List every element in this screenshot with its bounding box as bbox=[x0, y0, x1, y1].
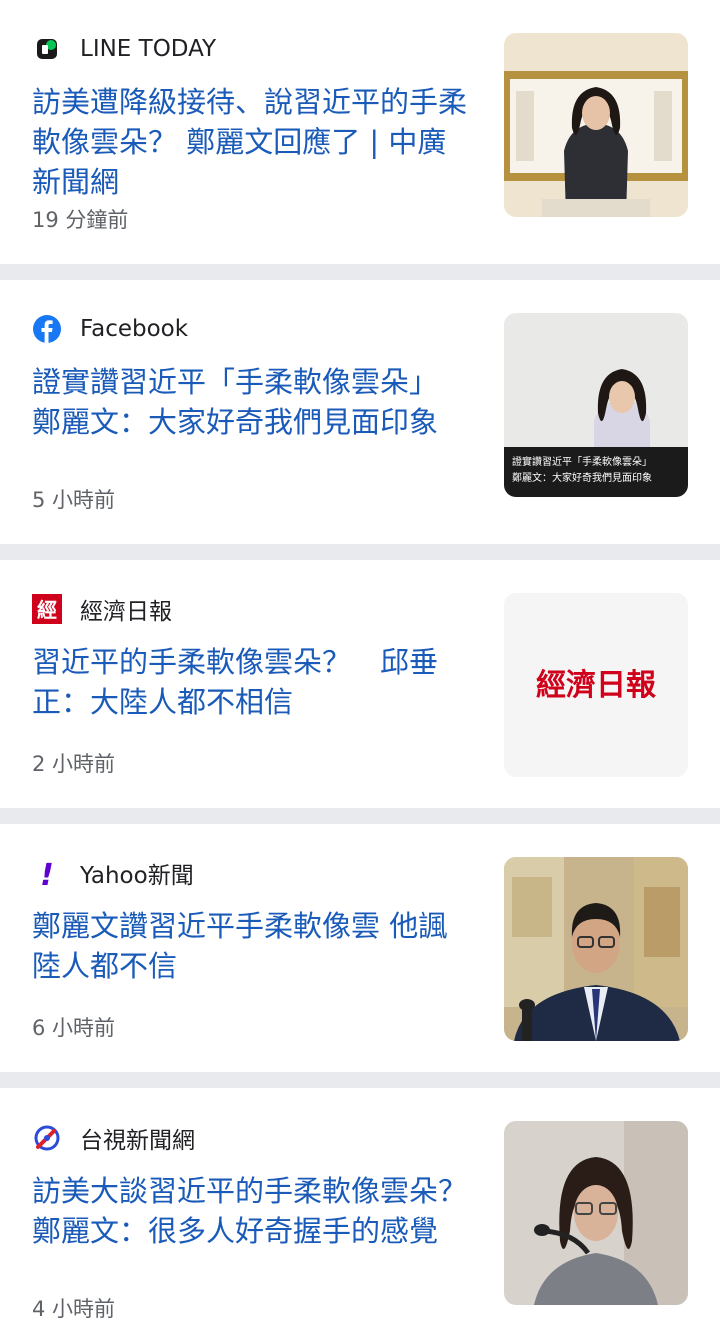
article-thumbnail[interactable] bbox=[504, 1121, 688, 1305]
yahoo-news-icon: ! bbox=[32, 858, 62, 888]
news-card[interactable]: 經 經濟日報 習近平的手柔軟像雲朵？ 邱垂正：大陸人都不相信 2 小時前 經濟日… bbox=[0, 560, 720, 808]
article-time: 2 小時前 bbox=[32, 752, 116, 776]
source-name: Yahoo新聞 bbox=[80, 863, 194, 889]
article-title[interactable]: 習近平的手柔軟像雲朵？ 邱垂正：大陸人都不相信 bbox=[32, 642, 472, 722]
article-time: 5 小時前 bbox=[32, 488, 116, 512]
source-name: LINE TODAY bbox=[80, 36, 217, 62]
article-time: 6 小時前 bbox=[32, 1016, 116, 1040]
article-time: 4 小時前 bbox=[32, 1297, 116, 1321]
line-today-icon bbox=[32, 34, 62, 64]
article-thumbnail[interactable] bbox=[504, 33, 688, 217]
news-card[interactable]: LINE TODAY 訪美遭降級接待、說習近平的手柔軟像雲朵？ 鄭麗文回應了 |… bbox=[0, 0, 720, 264]
news-card[interactable]: ! Yahoo新聞 鄭麗文讚習近平手柔軟像雲 他諷陸人都不信 6 小時前 bbox=[0, 824, 720, 1072]
news-feed: LINE TODAY 訪美遭降級接待、說習近平的手柔軟像雲朵？ 鄭麗文回應了 |… bbox=[0, 0, 720, 1327]
article-time: 19 分鐘前 bbox=[32, 208, 129, 232]
economic-daily-icon: 經 bbox=[32, 594, 62, 624]
thumbnail-logo: 經濟日報 bbox=[536, 668, 657, 703]
facebook-icon bbox=[32, 314, 62, 344]
thumbnail-caption: 鄭麗文：大家好奇我們見面印象 bbox=[512, 471, 652, 484]
news-card[interactable]: 台視新聞網 訪美大談習近平的手柔軟像雲朵？ 鄭麗文：很多人好奇握手的感覺 4 小… bbox=[0, 1088, 720, 1327]
article-thumbnail[interactable]: 證實讚習近平「手柔軟像雲朵」 鄭麗文：大家好奇我們見面印象 bbox=[504, 313, 688, 497]
news-source: 台視新聞網 bbox=[32, 1121, 195, 1155]
news-source: Facebook bbox=[32, 312, 188, 346]
source-name: Facebook bbox=[80, 316, 189, 342]
source-name: 經濟日報 bbox=[80, 599, 172, 625]
article-title[interactable]: 訪美大談習近平的手柔軟像雲朵？ 鄭麗文：很多人好奇握手的感覺 bbox=[32, 1171, 472, 1251]
source-icon-text: 經 bbox=[37, 598, 57, 622]
article-title[interactable]: 訪美遭降級接待、說習近平的手柔軟像雲朵？ 鄭麗文回應了 | 中廣新聞網 bbox=[32, 82, 472, 202]
news-source: LINE TODAY bbox=[32, 32, 216, 66]
article-title[interactable]: 鄭麗文讚習近平手柔軟像雲 他諷陸人都不信 bbox=[32, 906, 472, 986]
ttv-news-icon bbox=[32, 1123, 62, 1153]
news-source: 經 經濟日報 bbox=[32, 592, 172, 626]
article-thumbnail[interactable]: 經濟日報 bbox=[504, 593, 688, 777]
article-title[interactable]: 證實讚習近平「手柔軟像雲朵」 鄭麗文：大家好奇我們見面印象 bbox=[32, 362, 472, 442]
thumbnail-caption: 證實讚習近平「手柔軟像雲朵」 bbox=[512, 455, 652, 468]
source-name: 台視新聞網 bbox=[80, 1128, 195, 1154]
article-thumbnail[interactable] bbox=[504, 857, 688, 1041]
news-card[interactable]: Facebook 證實讚習近平「手柔軟像雲朵」 鄭麗文：大家好奇我們見面印象 5… bbox=[0, 280, 720, 544]
news-source: ! Yahoo新聞 bbox=[32, 856, 194, 890]
source-icon-text: ! bbox=[40, 858, 54, 888]
